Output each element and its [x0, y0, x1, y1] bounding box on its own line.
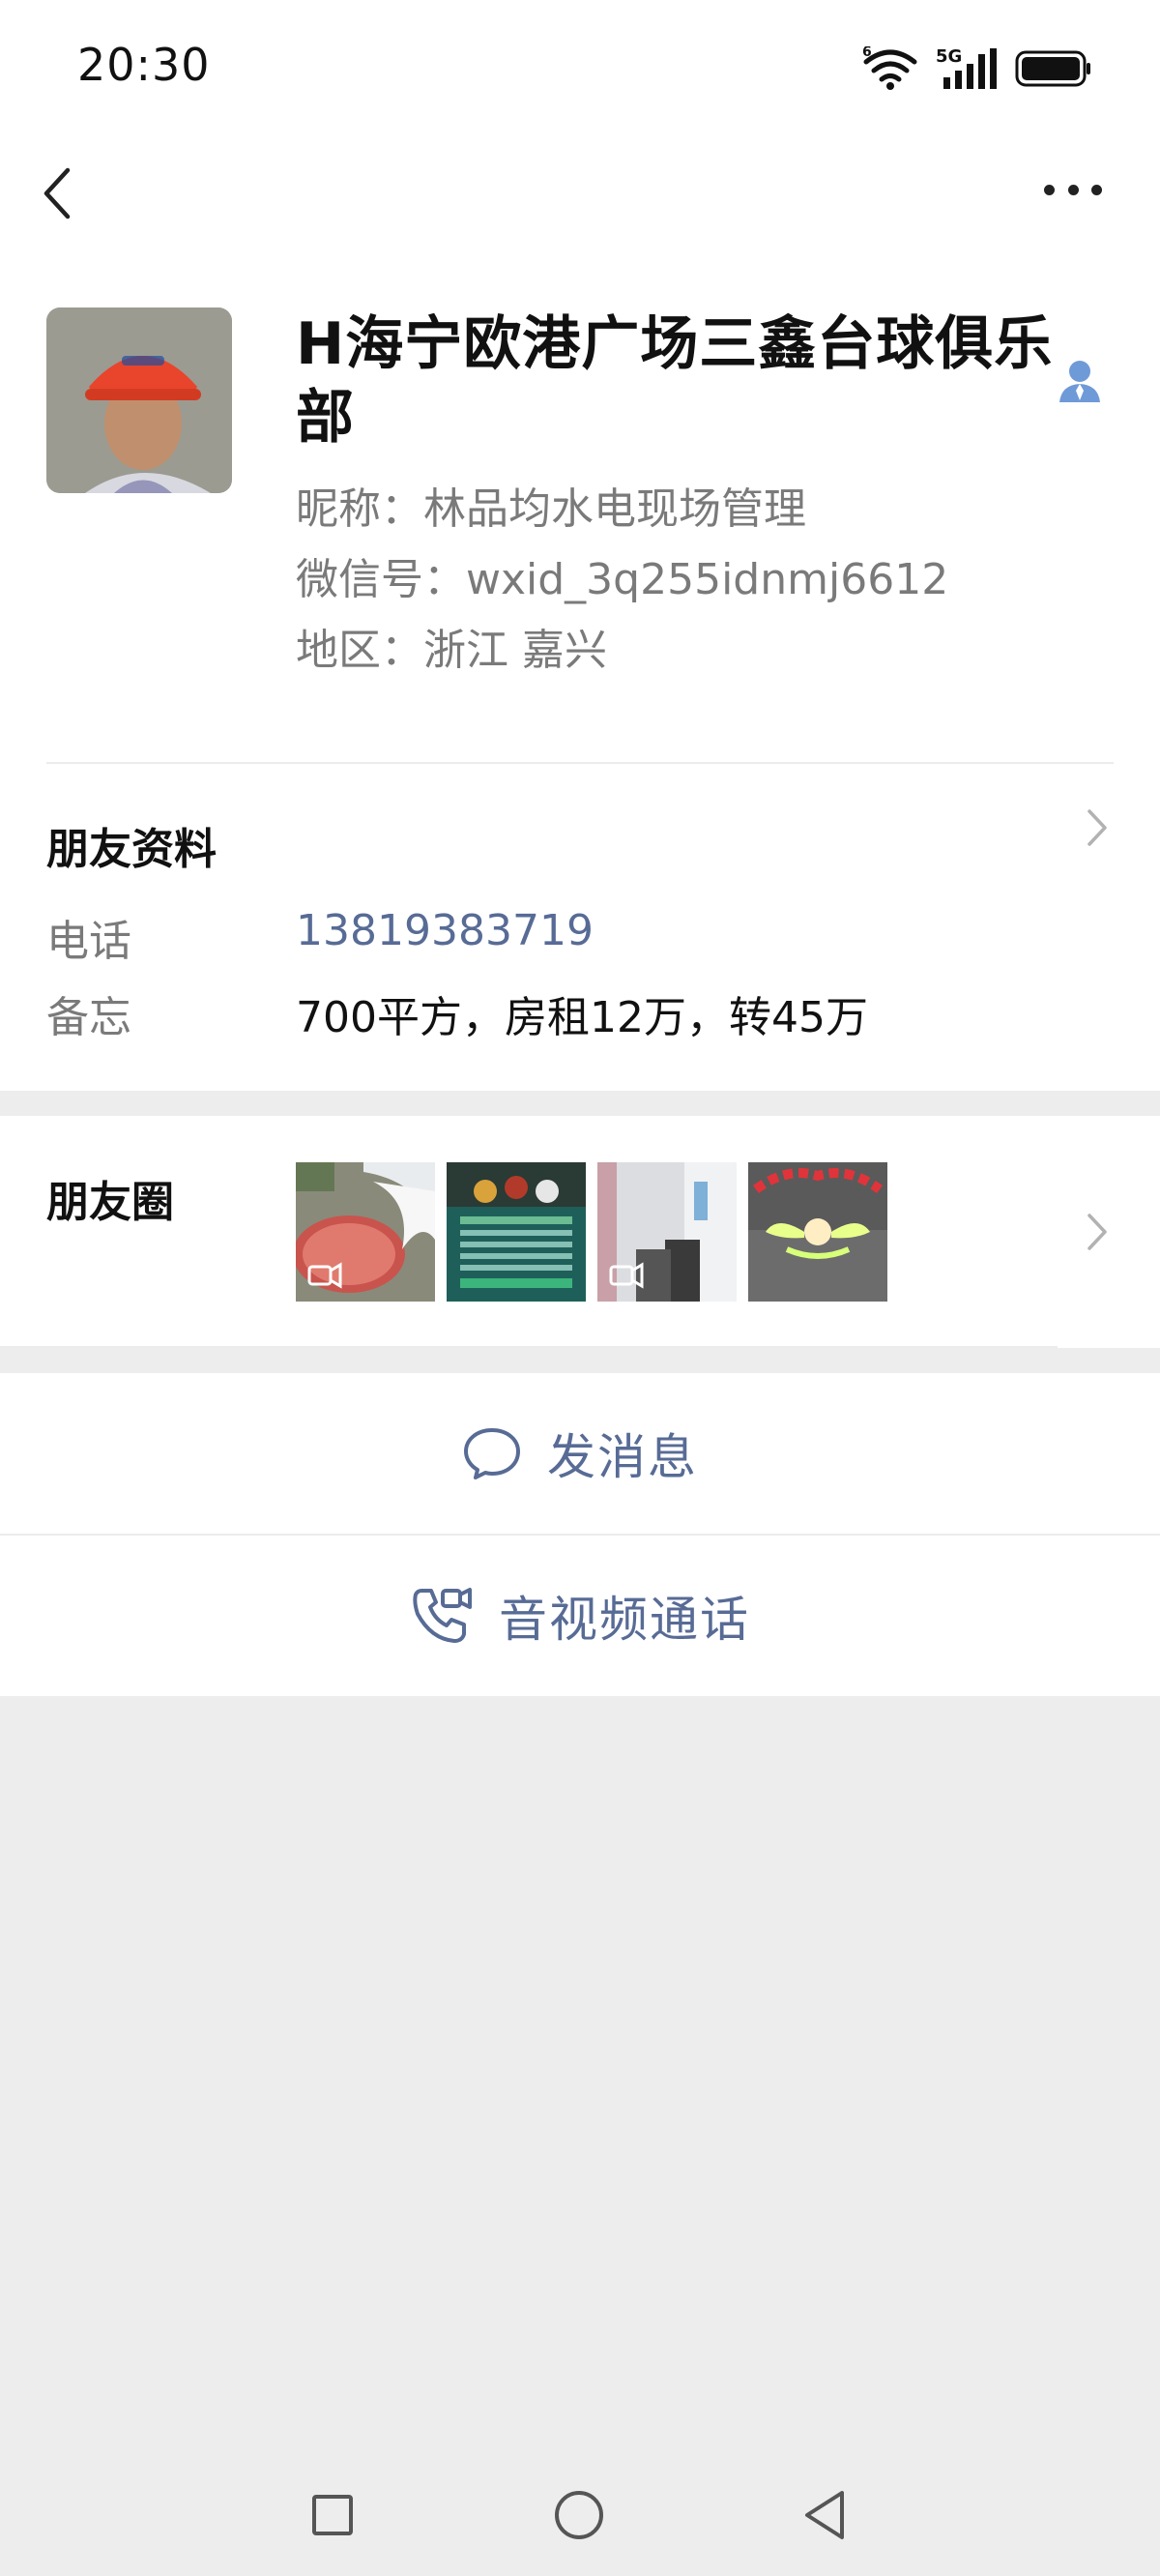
wifi-icon: 6: [862, 46, 917, 90]
battery-icon: [1015, 50, 1090, 87]
divider: [46, 762, 1114, 764]
send-message-button[interactable]: 发消息: [0, 1373, 1160, 1534]
av-call-button[interactable]: 音视频通话: [0, 1536, 1160, 1696]
phone-label: 电话: [46, 917, 131, 966]
section-gap: [0, 1348, 1160, 1373]
contact-person-icon: [1059, 361, 1100, 402]
wechat-id: 微信号：wxid_3q255idnmj6612: [296, 555, 949, 604]
status-icons: 6 5G: [862, 43, 1092, 95]
system-back-button[interactable]: [801, 2489, 848, 2541]
memo-value: 700平方，房租12万，转45万: [296, 993, 868, 1042]
friend-info-title[interactable]: 朋友资料: [46, 814, 217, 876]
status-time: 20:30: [77, 39, 211, 91]
nickname: 昵称：林品均水电现场管理: [296, 484, 806, 534]
recent-apps-button[interactable]: [312, 2495, 353, 2535]
av-call-label: 音视频通话: [499, 1592, 750, 1648]
signal-icon: 5G: [936, 46, 997, 89]
chevron-right-icon[interactable]: [1087, 1213, 1108, 1251]
home-button[interactable]: [555, 2491, 603, 2539]
moments-title: 朋友圈: [46, 1178, 174, 1227]
phone-video-icon: [413, 1588, 472, 1643]
moment-video-thumbnail[interactable]: [296, 1162, 435, 1302]
phone-number-link[interactable]: 13819383719: [296, 906, 594, 955]
chat-bubble-icon: [464, 1428, 520, 1479]
more-dot: [1091, 184, 1102, 195]
more-button[interactable]: [1044, 180, 1102, 199]
memo-label: 备忘: [46, 993, 131, 1042]
profile-name: H海宁欧港广场三鑫台球俱乐部: [296, 310, 1054, 452]
more-dot: [1044, 184, 1055, 195]
section-gap: [0, 1091, 1160, 1116]
send-message-label: 发消息: [547, 1429, 698, 1485]
chevron-right-icon[interactable]: [1087, 808, 1108, 847]
region: 地区：浙江 嘉兴: [296, 626, 607, 675]
wifi-badge: 6: [862, 46, 872, 60]
moment-video-thumbnail[interactable]: [597, 1162, 737, 1302]
back-button[interactable]: [37, 164, 81, 222]
network-label: 5G: [936, 46, 962, 67]
more-dot: [1067, 184, 1079, 195]
moment-image-thumbnail[interactable]: [748, 1162, 887, 1302]
moment-image-thumbnail[interactable]: [447, 1162, 586, 1302]
avatar[interactable]: [46, 307, 232, 493]
